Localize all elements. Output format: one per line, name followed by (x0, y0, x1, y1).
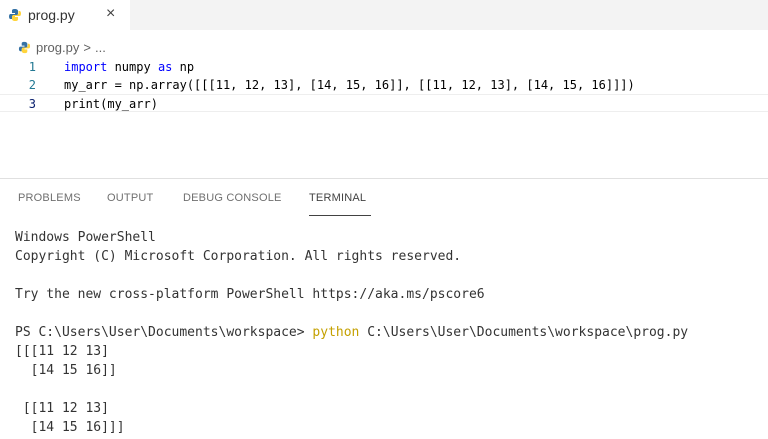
breadcrumb-ellipsis[interactable]: ... (95, 40, 106, 55)
tab-terminal[interactable]: TERMINAL (309, 192, 366, 204)
tab-debug-console[interactable]: DEBUG CONSOLE (183, 192, 282, 204)
breadcrumb-file[interactable]: prog.py (36, 40, 79, 55)
terminal-line: Windows PowerShell (15, 230, 156, 245)
terminal-prompt: PS C:\Users\User\Documents\workspace> (15, 325, 313, 340)
keyword-token: as (157, 60, 173, 74)
keyword-token: import (64, 60, 108, 74)
code-line[interactable]: 3 print(my_arr) (0, 94, 768, 112)
terminal-line: Copyright (C) Microsoft Corporation. All… (15, 249, 462, 264)
terminal-line: [[11 12 13] (15, 401, 109, 416)
code-text: import numpy as np (64, 58, 194, 76)
terminal-line: [[[11 12 13] (15, 344, 109, 359)
python-file-icon (9, 9, 21, 21)
editor-tab-prog-py[interactable]: prog.py × (0, 0, 130, 30)
tab-filename: prog.py (28, 7, 75, 23)
terminal-line: PS C:\Users\User\Documents\workspace> py… (15, 323, 688, 342)
panel-divider (0, 178, 768, 179)
code-token: print(my_arr) (64, 97, 158, 111)
line-number: 1 (28, 60, 36, 74)
active-tab-indicator (309, 215, 371, 216)
terminal-line: [14 15 16]]] (15, 420, 125, 435)
line-number: 3 (28, 97, 36, 111)
terminal-line: Try the new cross-platform PowerShell ht… (15, 287, 485, 302)
line-number: 2 (28, 78, 36, 92)
terminal-command: python (312, 325, 360, 340)
tab-problems[interactable]: PROBLEMS (18, 192, 81, 204)
terminal-command-args: C:\Users\User\Documents\workspace\prog.p… (359, 325, 689, 340)
code-token: my_arr = np.array([[[11, 12, 13], [14, 1… (64, 78, 635, 92)
code-token: np (172, 60, 195, 74)
editor-tab-bar: prog.py × (0, 0, 768, 30)
code-text: print(my_arr) (64, 95, 158, 113)
terminal-line: [14 15 16]] (15, 363, 117, 378)
code-token: numpy (107, 60, 158, 74)
python-file-icon (18, 41, 31, 53)
code-line[interactable]: 1 import numpy as np (0, 58, 768, 76)
code-line[interactable]: 2 my_arr = np.array([[[11, 12, 13], [14, … (0, 76, 768, 94)
tab-output[interactable]: OUTPUT (107, 192, 153, 204)
breadcrumb: prog.py > ... (18, 38, 106, 56)
breadcrumb-separator: > (83, 39, 91, 55)
panel-tab-bar: PROBLEMS OUTPUT DEBUG CONSOLE TERMINAL (0, 188, 768, 218)
code-text: my_arr = np.array([[[11, 12, 13], [14, 1… (64, 76, 635, 94)
close-icon[interactable]: × (106, 5, 115, 23)
